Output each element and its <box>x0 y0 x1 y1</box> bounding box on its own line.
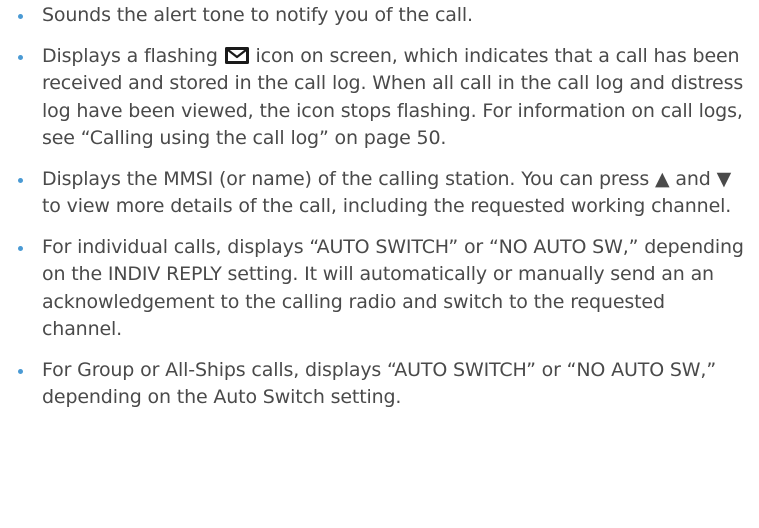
envelope-icon <box>224 46 249 64</box>
bullet-dot <box>18 245 23 251</box>
list-item: Displays a flashing icon on screen, whic… <box>0 43 759 153</box>
list-item: Sounds the alert tone to notify you of t… <box>0 2 759 30</box>
bullet-dot <box>18 177 23 183</box>
list-item-text: For Group or All-Ships calls, displays “… <box>42 358 717 409</box>
list-item: For individual calls, displays “AUTO SWI… <box>0 234 759 344</box>
bullet-list: Sounds the alert tone to notify you of t… <box>0 2 759 412</box>
list-item: Displays the MMSI (or name) of the calli… <box>0 166 759 221</box>
list-item-text-before-icon: Displays a flashing <box>42 44 224 67</box>
document-page: Sounds the alert tone to notify you of t… <box>0 0 759 528</box>
bullet-dot <box>18 368 23 374</box>
list-item-text: Sounds the alert tone to notify you of t… <box>42 4 473 26</box>
list-item: For Group or All-Ships calls, displays “… <box>0 357 759 412</box>
bullet-dot <box>18 54 23 60</box>
list-item-text: Displays the MMSI (or name) of the calli… <box>42 167 732 218</box>
list-item-text: For individual calls, displays “AUTO SWI… <box>42 235 744 341</box>
bullet-dot <box>18 14 23 19</box>
